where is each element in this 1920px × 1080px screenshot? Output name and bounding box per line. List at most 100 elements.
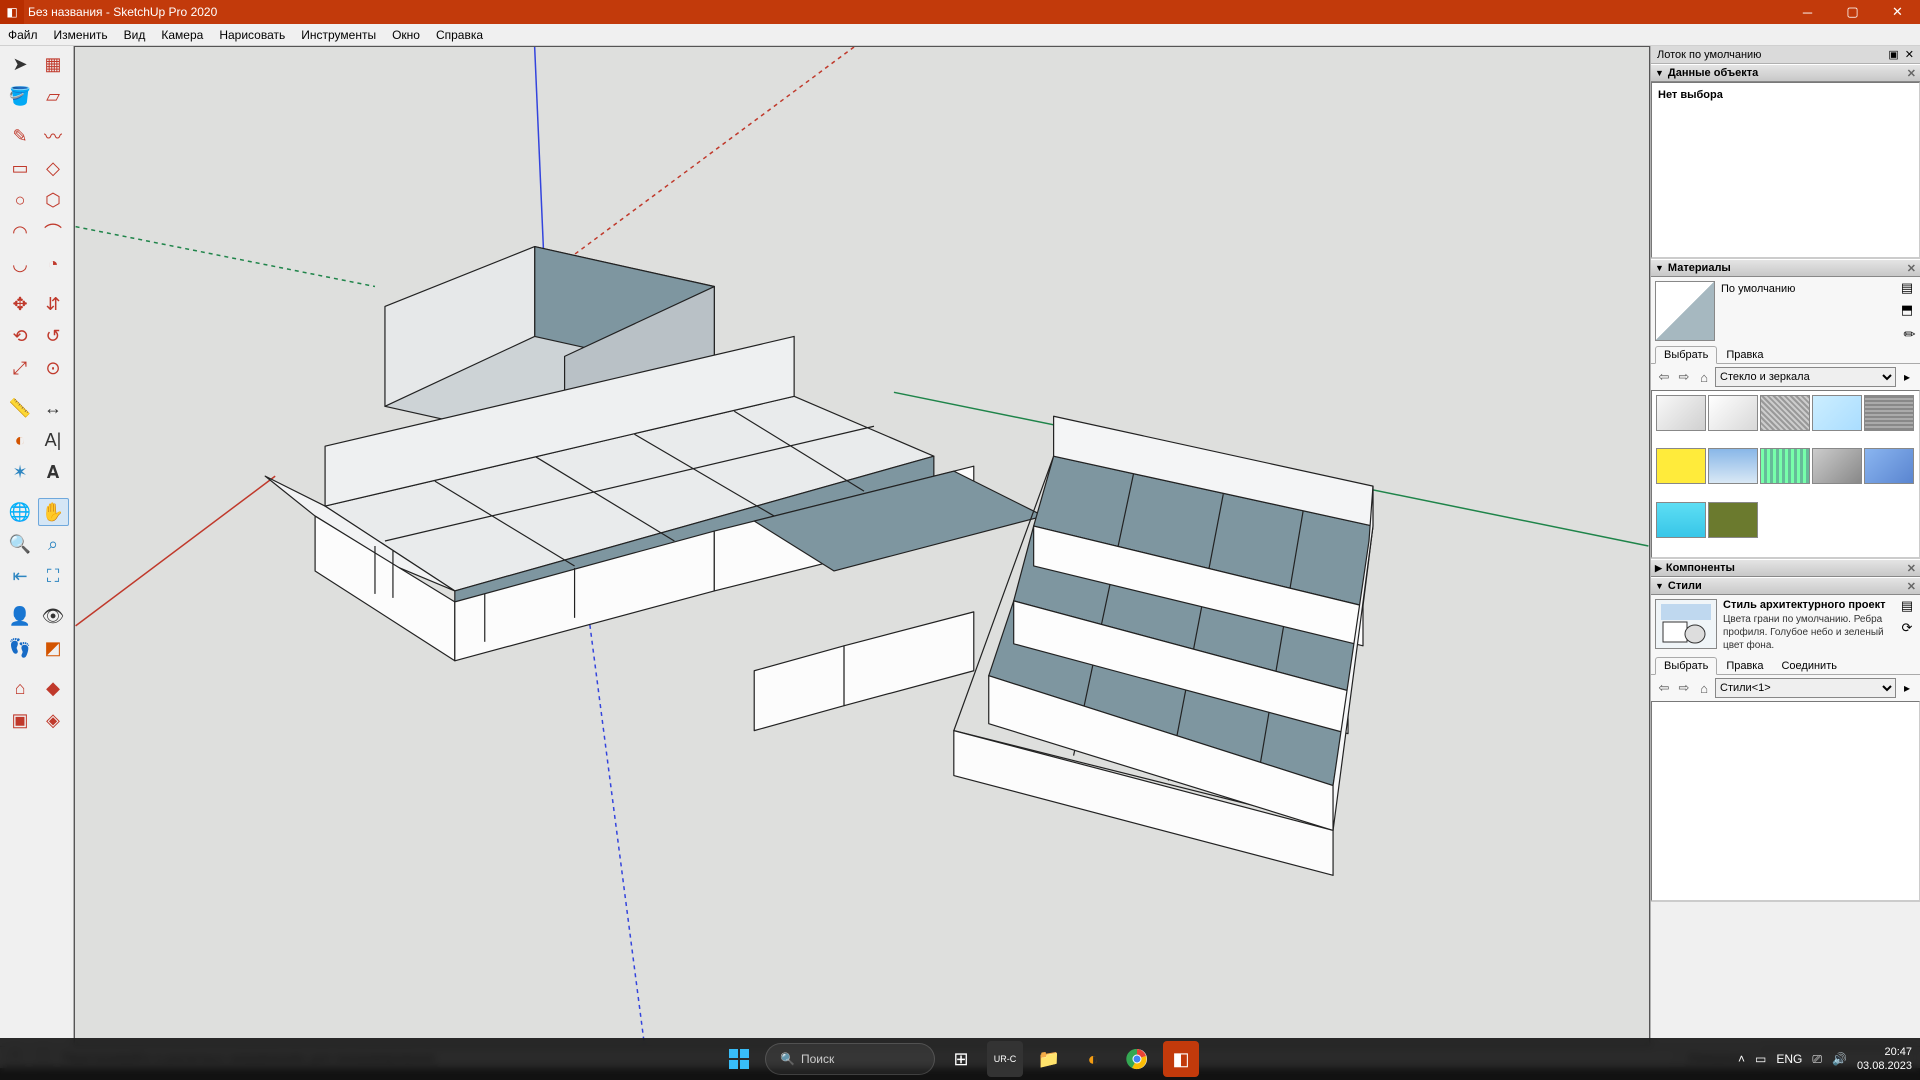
circle-tool[interactable]: ○: [5, 186, 36, 214]
material-swatch-6[interactable]: [1708, 448, 1758, 484]
tab-соединить[interactable]: Соединить: [1772, 657, 1846, 675]
offset-tool[interactable]: ⊙: [38, 354, 69, 382]
component-tool[interactable]: ▦: [38, 50, 69, 78]
rectangle-tool[interactable]: ▭: [5, 154, 36, 182]
position-camera-tool[interactable]: 👤: [5, 602, 36, 630]
polygon-tool[interactable]: ⬡: [38, 186, 69, 214]
styles-collection-select[interactable]: Стили<1>: [1715, 678, 1896, 698]
move-tool[interactable]: ✥: [5, 290, 36, 318]
extensions2-tool[interactable]: ▣: [5, 706, 36, 734]
material-swatch-8[interactable]: [1812, 448, 1862, 484]
panel-materials-header[interactable]: ▼ Материалы ✕: [1651, 259, 1920, 277]
material-swatch-10[interactable]: [1656, 502, 1706, 538]
menu-инструменты[interactable]: Инструменты: [293, 24, 384, 45]
rotated-rect-tool[interactable]: ◇: [38, 154, 69, 182]
current-style-thumb[interactable]: [1655, 599, 1717, 649]
clock[interactable]: 20:47 03.08.2023: [1857, 1045, 1912, 1073]
menu-окно[interactable]: Окно: [384, 24, 428, 45]
zoom-window-tool[interactable]: ⌕: [38, 530, 69, 558]
extension-tool[interactable]: ◆: [38, 674, 69, 702]
protractor-tool[interactable]: ◐: [5, 426, 36, 454]
scale-tool[interactable]: ⤢: [5, 354, 36, 382]
section-tool[interactable]: ◩: [38, 634, 69, 662]
zoom-tool[interactable]: 🔍: [5, 530, 36, 558]
pan-tool[interactable]: ✋: [38, 498, 69, 526]
material-swatch-3[interactable]: [1812, 395, 1862, 431]
battery-icon[interactable]: ▭: [1755, 1052, 1766, 1066]
material-swatch-9[interactable]: [1864, 448, 1914, 484]
language-indicator[interactable]: ENG: [1776, 1052, 1802, 1066]
3d-text-tool[interactable]: 𝐀: [38, 458, 69, 486]
minimize-button[interactable]: ─: [1785, 0, 1830, 24]
home-icon[interactable]: ⌂: [1695, 679, 1713, 697]
tab-выбрать[interactable]: Выбрать: [1655, 346, 1717, 364]
task-view-icon[interactable]: ⊞: [943, 1041, 979, 1077]
eyedropper-icon[interactable]: ✎: [1900, 324, 1920, 344]
pie-tool[interactable]: ◔: [38, 250, 69, 278]
chrome-icon[interactable]: [1119, 1041, 1155, 1077]
start-button[interactable]: [721, 1041, 757, 1077]
home-icon[interactable]: ⌂: [1695, 368, 1713, 386]
three-point-arc-tool[interactable]: ◡: [5, 250, 36, 278]
update-style-icon[interactable]: ▤: [1898, 597, 1916, 615]
menu-камера[interactable]: Камера: [153, 24, 211, 45]
nav-forward-icon[interactable]: ⇨: [1675, 679, 1693, 697]
current-material-preview[interactable]: [1655, 281, 1715, 341]
warehouse-tool[interactable]: ⌂: [5, 674, 36, 702]
material-swatch-2[interactable]: [1760, 395, 1810, 431]
tape-tool[interactable]: 📏: [5, 394, 36, 422]
tab-правка[interactable]: Правка: [1717, 657, 1772, 675]
tray-expand-icon[interactable]: ˄: [1738, 1052, 1745, 1066]
menu-изменить[interactable]: Изменить: [46, 24, 116, 45]
toggle-secondary-icon[interactable]: ▤: [1898, 279, 1916, 297]
panel-close-icon[interactable]: ✕: [1907, 562, 1916, 575]
app-orange-icon[interactable]: ◐: [1075, 1041, 1111, 1077]
rotate-tool[interactable]: ⟲: [5, 322, 36, 350]
tray-title[interactable]: Лоток по умолчанию ▣ ✕: [1651, 46, 1920, 64]
taskbar-search[interactable]: 🔍 Поиск: [765, 1043, 935, 1075]
panel-styles-header[interactable]: ▼ Стили ✕: [1651, 577, 1920, 595]
menu-нарисовать[interactable]: Нарисовать: [211, 24, 293, 45]
close-button[interactable]: ✕: [1875, 0, 1920, 24]
3d-viewport[interactable]: [74, 46, 1650, 1046]
material-swatch-7[interactable]: [1760, 448, 1810, 484]
network-icon[interactable]: ⎚: [1812, 1052, 1822, 1067]
orbit-tool[interactable]: 🌐: [5, 498, 36, 526]
walk-tool[interactable]: 👣: [5, 634, 36, 662]
material-swatch-1[interactable]: [1708, 395, 1758, 431]
axes-tool[interactable]: ✶: [5, 458, 36, 486]
nav-forward-icon[interactable]: ⇨: [1675, 368, 1693, 386]
sketchup-taskbar-icon[interactable]: ◧: [1163, 1041, 1199, 1077]
panel-close-icon[interactable]: ✕: [1907, 580, 1916, 593]
material-swatch-11[interactable]: [1708, 502, 1758, 538]
tab-правка[interactable]: Правка: [1717, 346, 1772, 364]
line-tool[interactable]: ✎: [5, 122, 36, 150]
zoom-extents-tool[interactable]: ⛶: [38, 562, 69, 590]
prev-view-tool[interactable]: ⇤: [5, 562, 36, 590]
panel-close-icon[interactable]: ✕: [1907, 262, 1916, 275]
nav-back-icon[interactable]: ⇦: [1655, 368, 1673, 386]
create-material-icon[interactable]: ⬒: [1898, 301, 1916, 319]
menu-справка[interactable]: Справка: [428, 24, 491, 45]
arc-tool[interactable]: ◠: [5, 218, 36, 246]
select-tool[interactable]: ➤: [5, 50, 36, 78]
look-around-tool[interactable]: 👁: [38, 602, 69, 630]
text-tool[interactable]: A|: [38, 426, 69, 454]
maximize-button[interactable]: ▢: [1830, 0, 1875, 24]
follow-me-tool[interactable]: ↺: [38, 322, 69, 350]
material-swatch-0[interactable]: [1656, 395, 1706, 431]
menu-файл[interactable]: Файл: [0, 24, 46, 45]
eraser-tool[interactable]: ▱: [38, 82, 69, 110]
trimble-tool[interactable]: ◈: [38, 706, 69, 734]
file-explorer-icon[interactable]: 📁: [1031, 1041, 1067, 1077]
freehand-tool[interactable]: 〰: [38, 122, 69, 150]
tray-pin-icon[interactable]: ▣: [1888, 48, 1898, 61]
materials-collection-select[interactable]: Стекло и зеркала: [1715, 367, 1896, 387]
material-swatch-4[interactable]: [1864, 395, 1914, 431]
dimension-tool[interactable]: ↔: [38, 394, 69, 422]
menu-вид[interactable]: Вид: [116, 24, 154, 45]
app-urc-icon[interactable]: UR-C: [987, 1041, 1023, 1077]
tray-close-icon[interactable]: ✕: [1905, 48, 1914, 61]
create-style-icon[interactable]: ⟳: [1898, 619, 1916, 637]
panel-entity-info-header[interactable]: ▼ Данные объекта ✕: [1651, 64, 1920, 82]
